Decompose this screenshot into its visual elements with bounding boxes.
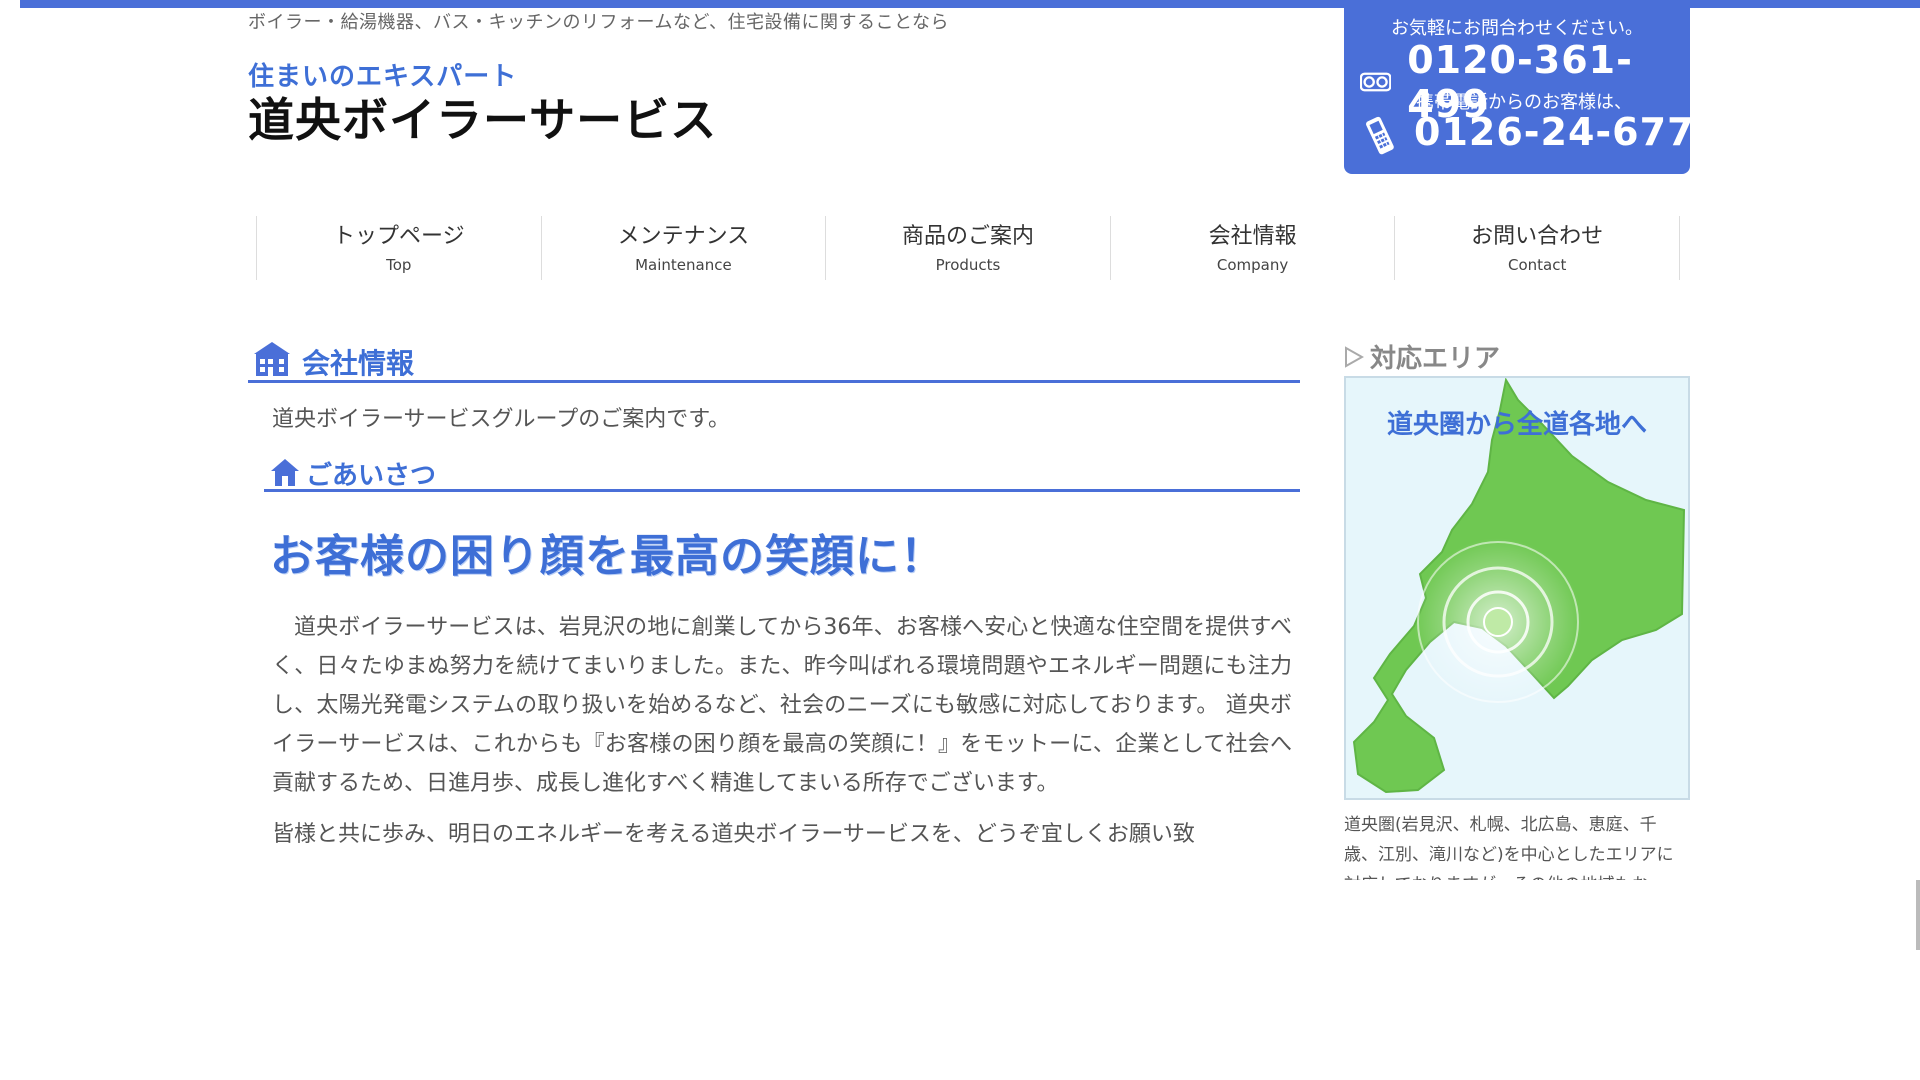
nav-item-top[interactable]: トップページ Top — [256, 216, 541, 280]
area-heading: 対応エリア — [1344, 336, 1690, 374]
blank-viewport-area — [0, 880, 1920, 1080]
nav-item-sublabel: Company — [1216, 256, 1289, 274]
mobile-phone-icon — [1366, 116, 1394, 155]
map-caption: 道央圏から全道各地へ — [1386, 410, 1647, 440]
site-logo[interactable]: 住まいのエキスパート 道央ボイラーサービス — [248, 56, 717, 146]
nav-item-sublabel: Contact — [1507, 256, 1567, 274]
greeting-paragraph: 皆様と共に歩み、明日のエネルギーを考える道央ボイラーサービスを、どうぞ宜しくお願… — [272, 822, 1195, 847]
nav-item-label: 商品のご案内 — [901, 224, 1034, 249]
greeting-heading-title: ごあいさつ — [306, 461, 437, 491]
nav-item-label: トップページ — [333, 224, 465, 249]
logo-title: 道央ボイラーサービス — [248, 93, 718, 147]
nav-item-label: メンテナンス — [617, 224, 750, 249]
greeting-paragraph: 道央ボイラーサービスは、岩見沢の地に創業してから36年、お客様へ安心と快適な住空… — [272, 615, 1292, 796]
company-heading-title: 会社情報 — [302, 347, 415, 380]
sidebar: 対応エリア 道央圏から全道各地へ 道央圏(岩見沢、札幌、北広島、恵庭、千歳、江別… — [1344, 336, 1690, 880]
nav-item-maintenance[interactable]: メンテナンス Maintenance — [540, 216, 826, 280]
top-accent-bar — [20, 0, 1920, 8]
logo-subtitle: 住まいのエキスパート — [248, 62, 518, 92]
nav-item-sublabel: Top — [386, 256, 412, 274]
main-nav: トップページ Top メンテナンス Maintenance 商品のご案内 Pro… — [256, 216, 1680, 280]
contact-box: お気軽にお問合わせください。 0120-361-499 携帯電話からのお客様は、 — [1344, 8, 1721, 174]
nav-item-sublabel: Products — [935, 256, 1001, 274]
main-content: 会社情報 道央ボイラーサービスグループのご案内です。 ごあいさつ お客様の困り顔… — [248, 336, 1300, 854]
building-icon — [254, 342, 290, 376]
header-tagline: ボイラー・給湯機器、バス・キッチンのリフォームなど、住宅設備に関することなら — [248, 12, 950, 33]
nav-item-label: お問い合わせ — [1471, 224, 1604, 249]
nav-item-label: 会社情報 — [1208, 224, 1297, 249]
company-heading: 会社情報 — [248, 336, 1300, 383]
slogan: お客様の困り顔を最高の笑顔に！ — [270, 531, 945, 582]
nav-item-sublabel: Maintenance — [635, 256, 732, 274]
mobile-number[interactable]: 0126-24-6777 — [1414, 110, 1722, 154]
nav-item-contact[interactable]: お問い合わせ Contact — [1394, 216, 1680, 280]
coverage-center — [1483, 607, 1513, 637]
free-dial-icon — [1360, 72, 1392, 92]
greeting-heading: ごあいさつ — [264, 455, 1300, 492]
nav-item-products[interactable]: 商品のご案内 Products — [825, 216, 1110, 280]
area-description: 道央圏(岩見沢、札幌、北広島、恵庭、千歳、江別、滝川など)を中心としたエリアに対… — [1344, 815, 1674, 880]
triangle-arrow-icon — [1345, 346, 1364, 368]
contact-lead: お気軽にお問合わせください。 — [1391, 18, 1643, 39]
service-area-map[interactable]: 道央圏から全道各地へ — [1344, 376, 1690, 800]
nav-item-company[interactable]: 会社情報 Company — [1109, 216, 1395, 280]
company-intro: 道央ボイラーサービスグループのご案内です。 — [272, 407, 731, 432]
hokkaido-map-graphic — [1352, 378, 1686, 794]
scrollbar-thumb[interactable] — [1916, 880, 1920, 950]
area-heading-title: 対応エリア — [1370, 344, 1501, 374]
house-icon — [271, 459, 299, 486]
